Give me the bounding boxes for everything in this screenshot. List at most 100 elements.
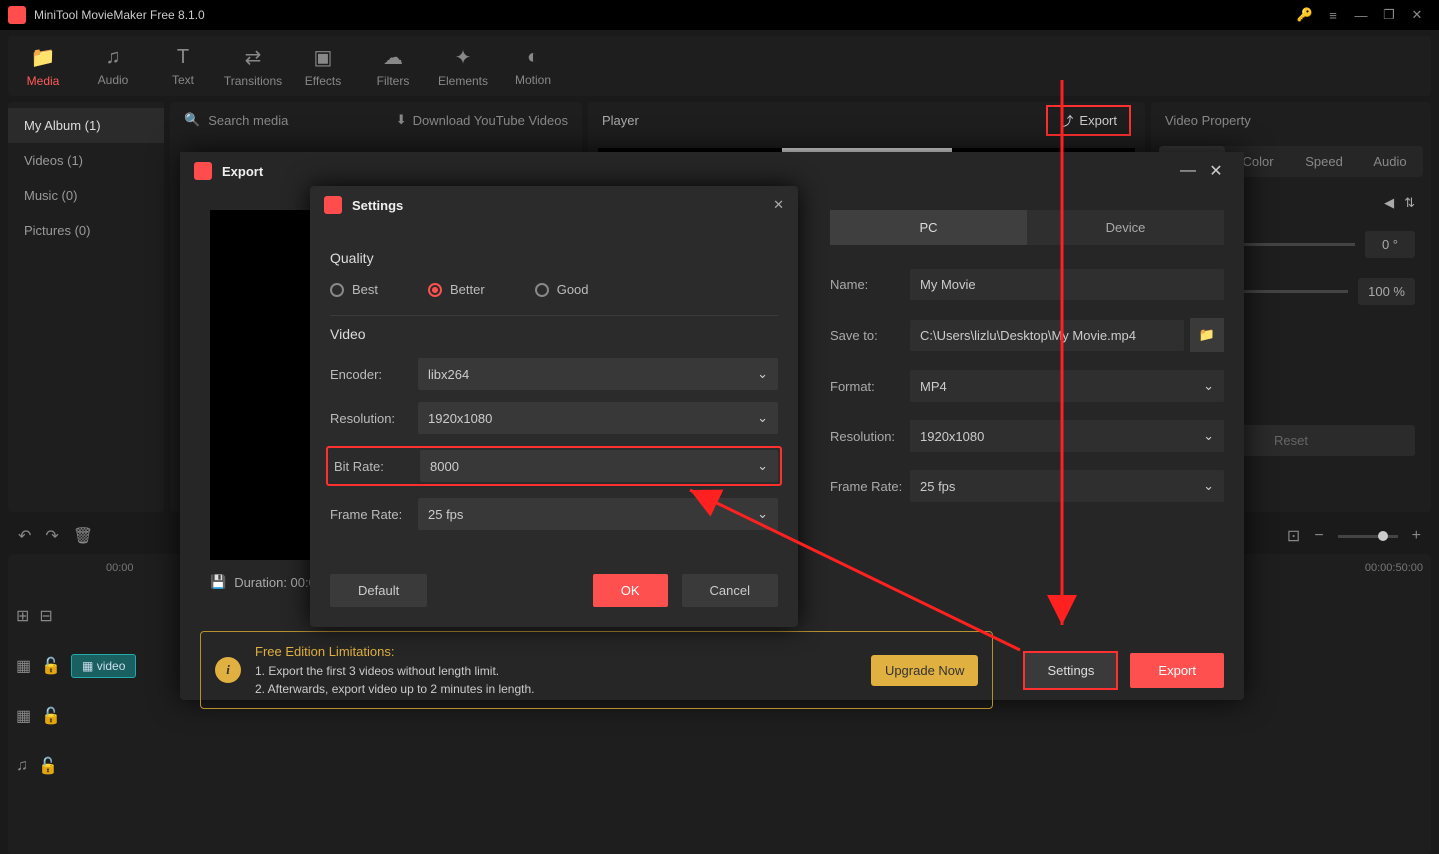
upgrade-button[interactable]: Upgrade Now bbox=[871, 655, 979, 686]
sub-track-icon[interactable]: ▦ bbox=[16, 706, 31, 726]
audio-track-icon[interactable]: ♫ bbox=[16, 757, 28, 775]
saveto-label: Save to: bbox=[830, 328, 910, 343]
resolution-value: 1920x1080 bbox=[920, 429, 984, 444]
tab-motion[interactable]: ◐Motion bbox=[498, 36, 568, 96]
quality-good-radio[interactable]: Good bbox=[535, 282, 589, 297]
sidebar-item-pictures[interactable]: Pictures (0) bbox=[8, 213, 164, 248]
set-resolution-select[interactable]: 1920x1080 ⌄ bbox=[418, 402, 778, 434]
settings-close-icon[interactable]: ✕ bbox=[773, 197, 784, 213]
export-button-top[interactable]: ⤴ Export bbox=[1046, 105, 1131, 136]
delete-icon[interactable]: 🗑 bbox=[73, 526, 93, 546]
video-track-icon[interactable]: ▦ bbox=[16, 656, 31, 676]
folder-icon: 📁 bbox=[31, 45, 56, 70]
tab-filters[interactable]: ☁Filters bbox=[358, 36, 428, 96]
zoom-in-icon[interactable]: + bbox=[1412, 527, 1421, 545]
tab-elements[interactable]: ✦Elements bbox=[428, 36, 498, 96]
chevron-down-icon: ⌄ bbox=[757, 410, 768, 426]
tab-media-label: Media bbox=[27, 74, 60, 88]
export-dialog-title: Export bbox=[222, 164, 1174, 179]
redo-icon[interactable]: ↷ bbox=[45, 526, 58, 546]
titlebar: MiniTool MovieMaker Free 8.1.0 🔑 ≡ — ❐ ✕ bbox=[0, 0, 1439, 30]
close-icon[interactable]: ✕ bbox=[1403, 1, 1431, 29]
export-minimize-icon[interactable]: — bbox=[1174, 162, 1202, 180]
chevron-down-icon: ⌄ bbox=[1203, 428, 1214, 444]
maximize-icon[interactable]: ❐ bbox=[1375, 1, 1403, 29]
tab-audio-label: Audio bbox=[98, 73, 129, 87]
rotation-value[interactable]: 0 ° bbox=[1365, 231, 1415, 258]
search-input[interactable]: Search media bbox=[208, 113, 288, 128]
clip-label: video bbox=[97, 659, 126, 673]
zoom-out-icon[interactable]: − bbox=[1314, 527, 1323, 545]
chevron-down-icon: ⌄ bbox=[757, 458, 768, 474]
tab-transitions-label: Transitions bbox=[224, 74, 282, 88]
flip-v-icon[interactable]: ⇅ bbox=[1404, 195, 1415, 211]
tab-motion-label: Motion bbox=[515, 73, 551, 87]
settings-dialog-logo bbox=[324, 196, 342, 214]
default-button[interactable]: Default bbox=[330, 574, 427, 607]
sidebar-item-music[interactable]: Music (0) bbox=[8, 178, 164, 213]
ok-button[interactable]: OK bbox=[593, 574, 668, 607]
tab-effects[interactable]: ▣Effects bbox=[288, 36, 358, 96]
sidebar-item-videos[interactable]: Videos (1) bbox=[8, 143, 164, 178]
set-resolution-label: Resolution: bbox=[330, 411, 418, 426]
info-icon: i bbox=[215, 657, 241, 683]
chevron-down-icon: ⌄ bbox=[757, 366, 768, 382]
export-close-icon[interactable]: ✕ bbox=[1202, 161, 1230, 181]
flip-h-icon[interactable]: ◀ bbox=[1384, 195, 1394, 211]
framerate-label: Frame Rate: bbox=[830, 479, 910, 494]
filters-icon: ☁ bbox=[383, 45, 403, 70]
duration-label: Duration: 00:0 bbox=[234, 575, 316, 590]
prop-tab-audio[interactable]: Audio bbox=[1357, 146, 1423, 177]
tab-media[interactable]: 📁 Media bbox=[8, 36, 78, 96]
resolution-label: Resolution: bbox=[830, 429, 910, 444]
menu-icon[interactable]: ≡ bbox=[1319, 1, 1347, 29]
tab-text[interactable]: TText bbox=[148, 36, 218, 96]
tab-transitions[interactable]: ⇄Transitions bbox=[218, 36, 288, 96]
minimize-icon[interactable]: — bbox=[1347, 1, 1375, 29]
bitrate-value: 8000 bbox=[430, 459, 459, 474]
download-youtube-link[interactable]: Download YouTube Videos bbox=[413, 113, 568, 128]
timeline-clip[interactable]: ▦ video bbox=[71, 654, 136, 678]
media-sidebar: My Album (1) Videos (1) Music (0) Pictur… bbox=[8, 102, 164, 512]
chevron-down-icon: ⌄ bbox=[757, 506, 768, 522]
quality-heading: Quality bbox=[330, 250, 778, 266]
tab-audio[interactable]: ♫ Audio bbox=[78, 36, 148, 96]
saveto-input[interactable]: C:\Users\lizlu\Desktop\My Movie.mp4 bbox=[910, 320, 1184, 351]
lock-track-icon[interactable]: 🔓 bbox=[41, 656, 61, 676]
quality-better-radio[interactable]: Better bbox=[428, 282, 485, 297]
name-input[interactable]: My Movie bbox=[910, 269, 1224, 300]
search-icon[interactable]: 🔍 bbox=[184, 112, 200, 128]
export-confirm-button[interactable]: Export bbox=[1130, 653, 1224, 688]
ruler-time-1: 00:00:50:00 bbox=[1365, 562, 1423, 586]
key-icon[interactable]: 🔑 bbox=[1291, 1, 1319, 29]
browse-button[interactable]: 📁 bbox=[1190, 318, 1224, 352]
framerate-select[interactable]: 25 fps⌄ bbox=[910, 470, 1224, 502]
timeline-zoom-slider[interactable] bbox=[1338, 535, 1398, 538]
set-framerate-select[interactable]: 25 fps⌄ bbox=[418, 498, 778, 530]
zoom-value[interactable]: 100 % bbox=[1358, 278, 1415, 305]
bitrate-select[interactable]: 8000 ⌄ bbox=[420, 450, 778, 482]
player-title: Player bbox=[602, 113, 639, 128]
sidebar-item-myalbum[interactable]: My Album (1) bbox=[8, 108, 164, 143]
cancel-button[interactable]: Cancel bbox=[682, 574, 778, 607]
lock-sub-icon[interactable]: 🔓 bbox=[41, 706, 61, 726]
prop-tab-speed[interactable]: Speed bbox=[1291, 146, 1357, 177]
export-tab-device[interactable]: Device bbox=[1027, 210, 1224, 245]
export-settings-button[interactable]: Settings bbox=[1023, 651, 1118, 690]
fit-icon[interactable]: ⊡ bbox=[1287, 526, 1300, 546]
export-tab-pc[interactable]: PC bbox=[830, 210, 1027, 245]
quality-best-radio[interactable]: Best bbox=[330, 282, 378, 297]
set-resolution-value: 1920x1080 bbox=[428, 411, 492, 426]
add-track-icon[interactable]: ⊞ bbox=[16, 606, 29, 626]
encoder-select[interactable]: libx264⌄ bbox=[418, 358, 778, 390]
main-toolbar: 📁 Media ♫ Audio TText ⇄Transitions ▣Effect… bbox=[8, 36, 1431, 96]
resolution-select[interactable]: 1920x1080 ⌄ bbox=[910, 420, 1224, 452]
set-framerate-label: Frame Rate: bbox=[330, 507, 418, 522]
bitrate-label: Bit Rate: bbox=[330, 459, 420, 474]
undo-icon[interactable]: ↶ bbox=[18, 526, 31, 546]
format-select[interactable]: MP4⌄ bbox=[910, 370, 1224, 402]
app-title: MiniTool MovieMaker Free 8.1.0 bbox=[34, 8, 1291, 22]
lock-audio-icon[interactable]: 🔓 bbox=[38, 756, 58, 776]
music-icon: ♫ bbox=[106, 46, 121, 69]
link-track-icon[interactable]: ⊟ bbox=[39, 606, 52, 626]
